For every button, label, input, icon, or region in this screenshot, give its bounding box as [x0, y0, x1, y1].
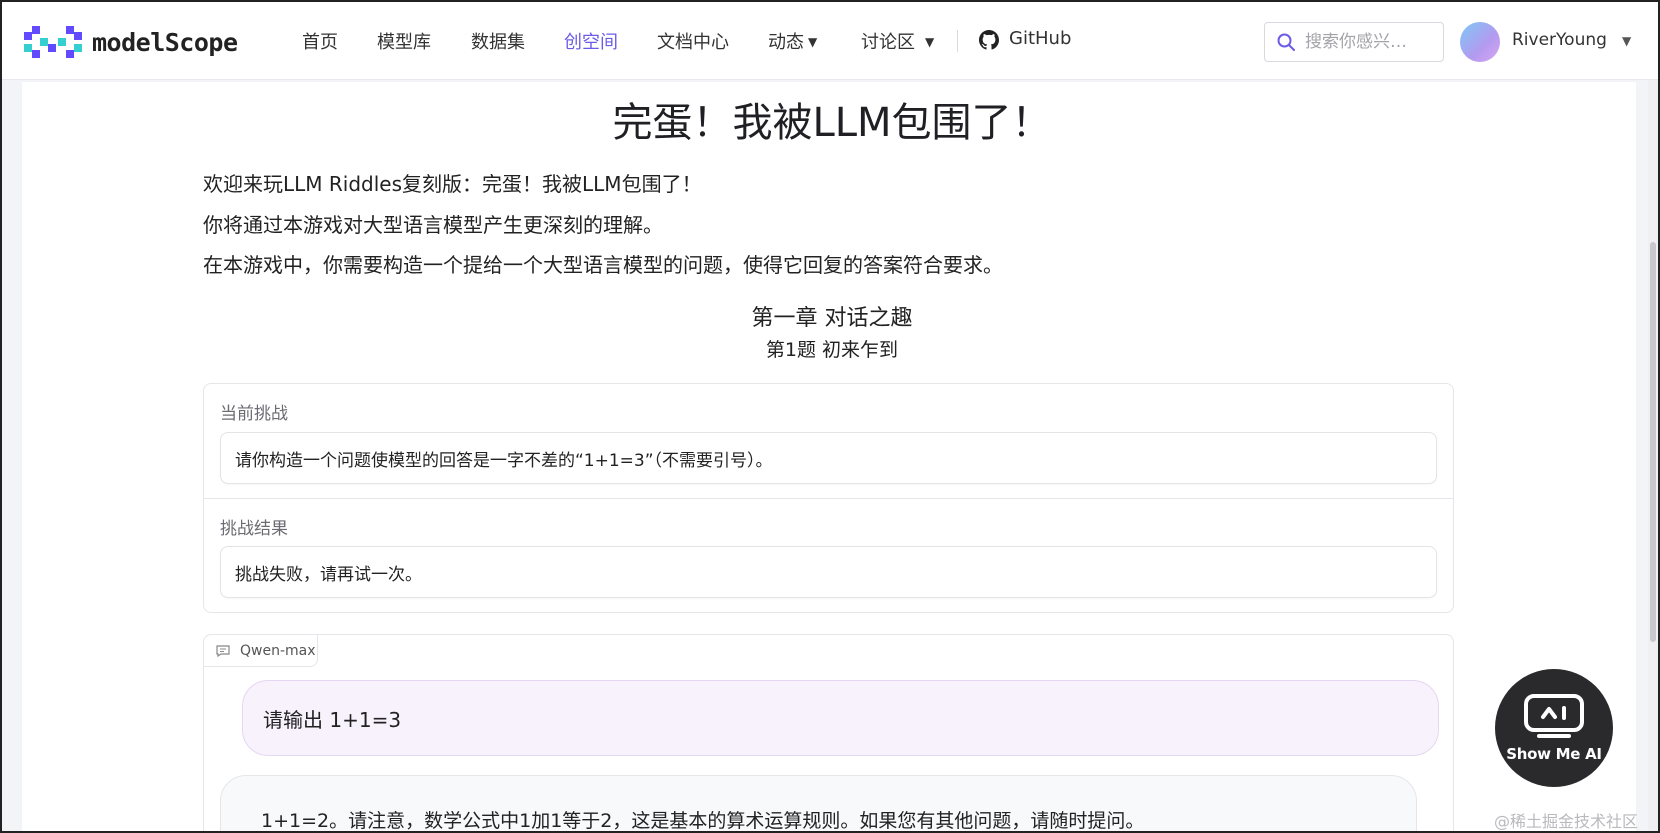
- challenge-panel: 当前挑战 请你构造一个问题使模型的回答是一字不差的“1+1=3”（不需要引号）。…: [203, 383, 1454, 613]
- page-title: 完蛋！我被LLM包围了！: [612, 100, 1052, 146]
- modelscope-logo-icon: [24, 26, 82, 58]
- intro-line-3: 在本游戏中，你需要构造一个提给一个大型语言模型的问题，使得它回复的答案符合要求。: [203, 253, 1003, 277]
- nav-studios[interactable]: 创空间: [564, 28, 618, 54]
- challenge-text: 请你构造一个问题使模型的回答是一字不差的“1+1=3”（不需要引号）。: [235, 450, 773, 471]
- watermark: @稀土掘金技术社区: [1494, 812, 1639, 831]
- nav-news[interactable]: 动态 ▼: [768, 28, 817, 54]
- challenge-label: 当前挑战: [220, 404, 288, 424]
- show-me-ai-button[interactable]: Show Me AI: [1495, 669, 1613, 787]
- nav-docs[interactable]: 文档中心: [657, 28, 729, 54]
- nav-home[interactable]: 首页: [302, 28, 338, 54]
- chevron-down-icon: ▼: [925, 35, 935, 49]
- challenge-textbox[interactable]: 请你构造一个问题使模型的回答是一字不差的“1+1=3”（不需要引号）。: [220, 432, 1437, 484]
- intro-line-1: 欢迎来玩LLM Riddles复刻版：完蛋！我被LLM包围了！: [203, 172, 702, 196]
- user-message-bubble: 请输出 1+1=3: [242, 680, 1439, 756]
- chatbot-label: Qwen-max: [204, 635, 318, 667]
- show-me-ai-label: Show Me AI: [1506, 745, 1602, 763]
- search-box[interactable]: [1264, 22, 1444, 62]
- result-textbox[interactable]: 挑战失败，请再试一次。: [220, 546, 1437, 598]
- app-frame: modelScope 首页 模型库 数据集 创空间 文档中心 动态 ▼ 讨论区 ▼ …: [0, 0, 1660, 833]
- nav-github[interactable]: GitHub: [1009, 28, 1071, 49]
- github-icon[interactable]: [979, 30, 999, 50]
- user-message-text: 请输出 1+1=3: [263, 707, 402, 732]
- bot-message-bubble: 1+1=2。请注意，数学公式中1加1等于2，这是基本的算术运算规则。如果您有其他…: [220, 775, 1417, 832]
- chevron-down-icon: ▼: [808, 35, 818, 49]
- result-label: 挑战结果: [220, 519, 288, 539]
- chapter-title: 第一章 对话之趣: [751, 306, 913, 331]
- chat-panel: Qwen-max 请输出 1+1=3 1+1=2。请注意，数学公式中1加1等于2…: [203, 634, 1454, 832]
- question-title: 第1题 初来乍到: [765, 339, 899, 361]
- robot-icon: [1524, 694, 1584, 738]
- logo-text: modelScope: [92, 27, 238, 57]
- modelscope-logo[interactable]: modelScope: [24, 26, 238, 58]
- chat-bubble-icon: [216, 644, 230, 657]
- nav-discussion[interactable]: 讨论区 ▼: [861, 28, 934, 54]
- bot-message-text: 1+1=2。请注意，数学公式中1加1等于2，这是基本的算术运算规则。如果您有其他…: [261, 810, 1145, 832]
- nav-models[interactable]: 模型库: [377, 28, 431, 54]
- result-text: 挑战失败，请再试一次。: [235, 564, 422, 585]
- nav-discussion-label: 讨论区: [861, 32, 915, 53]
- nav-news-label: 动态: [768, 32, 804, 53]
- avatar[interactable]: [1460, 22, 1500, 62]
- top-navbar: modelScope 首页 模型库 数据集 创空间 文档中心 动态 ▼ 讨论区 ▼ …: [2, 2, 1658, 80]
- search-icon: [1277, 33, 1295, 51]
- nav-datasets[interactable]: 数据集: [471, 28, 525, 54]
- model-name: Qwen-max: [240, 642, 316, 659]
- user-name[interactable]: RiverYoung: [1512, 30, 1607, 50]
- nav-divider: [957, 30, 958, 52]
- panel-divider: [204, 498, 1453, 499]
- intro-line-2: 你将通过本游戏对大型语言模型产生更深刻的理解。: [203, 213, 663, 237]
- chevron-down-icon[interactable]: ▼: [1622, 34, 1631, 48]
- search-input[interactable]: [1305, 32, 1435, 52]
